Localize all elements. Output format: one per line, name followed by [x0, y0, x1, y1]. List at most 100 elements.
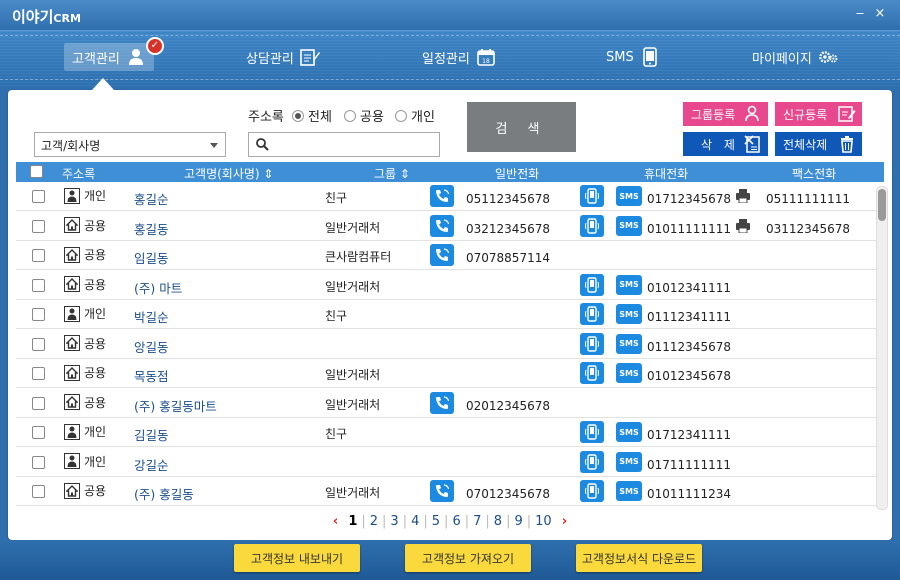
import-customers-button[interactable]: 고객정보 가져오기: [405, 544, 531, 572]
call-phone-icon[interactable]: [430, 185, 454, 207]
header-name[interactable]: 고객명(회사명) ⇕: [184, 165, 273, 182]
page-link[interactable]: 3: [390, 514, 398, 529]
nav-consulting-management[interactable]: 상담관리: [246, 43, 320, 71]
table-row[interactable]: 개인 박길순 친구 SMS 01112341111: [16, 300, 876, 329]
row-checkbox[interactable]: [32, 455, 45, 469]
page-link[interactable]: 1: [348, 514, 357, 529]
call-mobile-icon[interactable]: [580, 185, 604, 207]
table-row[interactable]: 공용 (주) 마트 일반거래처 SMS 01012341111: [16, 271, 876, 300]
sms-icon[interactable]: SMS: [616, 481, 642, 501]
radio-all[interactable]: 전체: [292, 106, 332, 125]
call-phone-icon[interactable]: [430, 391, 454, 414]
row-checkbox[interactable]: [32, 396, 45, 410]
search-field: [248, 132, 440, 157]
new-register-button[interactable]: 신규등록: [775, 102, 862, 126]
table-row[interactable]: 공용 앙길동 SMS 01112345678: [16, 330, 876, 359]
customer-group: 일반거래처: [325, 279, 381, 294]
search-input[interactable]: [275, 136, 435, 154]
table-row[interactable]: 공용 홍길동 일반거래처 03212345678 SMS 01011111111 03112…: [16, 212, 876, 241]
page-link[interactable]: 6: [452, 514, 460, 529]
search-button[interactable]: 검 색: [467, 102, 576, 152]
call-mobile-icon[interactable]: [580, 450, 604, 473]
sms-icon[interactable]: SMS: [616, 186, 642, 206]
table-row[interactable]: 공용 임길동 큰사람컴퓨터 07078857114: [16, 241, 876, 270]
minimize-button[interactable]: ‒: [852, 6, 868, 22]
page-link[interactable]: 4: [411, 514, 419, 529]
row-checkbox[interactable]: [32, 190, 45, 203]
table-row[interactable]: 개인 강길순 SMS 01711111111: [16, 448, 876, 477]
call-mobile-icon[interactable]: [580, 332, 604, 355]
call-mobile-icon[interactable]: [580, 362, 604, 384]
customer-name[interactable]: (주) 마트: [134, 278, 182, 297]
close-button[interactable]: ×: [872, 6, 888, 22]
nav-my-page[interactable]: 마이페이지: [752, 43, 838, 71]
page-link[interactable]: 7: [473, 514, 481, 529]
fax-icon[interactable]: [735, 218, 751, 236]
row-checkbox[interactable]: [32, 367, 45, 380]
row-checkbox[interactable]: [32, 308, 45, 321]
customer-name[interactable]: 홍길순: [134, 189, 169, 208]
customer-name[interactable]: 앙길동: [134, 337, 169, 356]
row-checkbox[interactable]: [32, 485, 45, 498]
house-icon: [64, 482, 80, 499]
call-mobile-icon[interactable]: [580, 303, 604, 325]
sms-icon[interactable]: SMS: [616, 363, 642, 383]
page-link[interactable]: 5: [432, 514, 440, 529]
nav-customer-management[interactable]: 고객관리 ✓: [64, 37, 164, 71]
call-mobile-icon[interactable]: [580, 214, 604, 237]
delete-all-button[interactable]: 전체삭제: [775, 132, 862, 156]
sms-icon[interactable]: SMS: [616, 274, 642, 295]
customer-name[interactable]: 홍길동: [134, 219, 169, 238]
phone-number: 05112345678: [466, 192, 550, 206]
call-mobile-icon[interactable]: [580, 421, 604, 443]
page-link[interactable]: 9: [514, 514, 522, 529]
table-row[interactable]: 개인 홍길순 친구 05112345678 SMS 01712345678 05111111…: [16, 182, 876, 211]
customer-name[interactable]: 박길순: [134, 307, 169, 326]
customer-name[interactable]: 강길순: [134, 455, 169, 474]
row-checkbox[interactable]: [32, 249, 45, 262]
customer-name[interactable]: 김길동: [134, 425, 169, 444]
customer-name[interactable]: 임길동: [134, 248, 169, 267]
scrollbar-thumb[interactable]: [878, 189, 886, 221]
customer-name[interactable]: (주) 홍길동마트: [134, 396, 217, 415]
search-type-select[interactable]: 고객/회사명: [34, 132, 226, 157]
table-row[interactable]: 공용 (주) 홍길동마트 일반거래처 02012345678: [16, 389, 876, 418]
sms-icon[interactable]: SMS: [616, 304, 642, 324]
address-type: 공용: [64, 276, 106, 293]
download-template-button[interactable]: 고객정보서식 다운로드: [576, 544, 702, 572]
customer-name[interactable]: (주) 홍길동: [134, 484, 194, 503]
row-checkbox[interactable]: [32, 278, 45, 292]
sms-icon[interactable]: SMS: [616, 333, 642, 354]
call-phone-icon[interactable]: [430, 480, 454, 502]
row-checkbox[interactable]: [32, 337, 45, 351]
select-all-checkbox[interactable]: [30, 165, 43, 178]
page-link[interactable]: 10: [535, 514, 552, 529]
prev-page-button[interactable]: ‹: [333, 514, 338, 529]
header-group[interactable]: 그룹 ⇕: [374, 165, 410, 182]
page-link[interactable]: 8: [494, 514, 502, 529]
vertical-scrollbar[interactable]: [876, 186, 888, 510]
sms-icon[interactable]: SMS: [616, 451, 642, 472]
page-link[interactable]: 2: [370, 514, 378, 529]
group-register-button[interactable]: 그룹등록: [683, 102, 768, 126]
radio-personal[interactable]: 개인: [395, 106, 435, 125]
customer-name[interactable]: 목동점: [134, 366, 169, 385]
row-checkbox[interactable]: [32, 426, 45, 439]
sms-icon[interactable]: SMS: [616, 422, 642, 442]
call-mobile-icon[interactable]: [580, 273, 604, 296]
nav-sms[interactable]: SMS: [606, 43, 660, 71]
fax-icon[interactable]: [735, 189, 751, 206]
nav-schedule-management[interactable]: 일정관리 18: [422, 43, 496, 71]
radio-shared[interactable]: 공용: [344, 106, 384, 125]
row-checkbox[interactable]: [32, 219, 45, 233]
table-row[interactable]: 공용 (주) 홍길동 일반거래처 07012345678 SMS 01011111234: [16, 477, 876, 506]
sms-icon[interactable]: SMS: [616, 215, 642, 236]
export-customers-button[interactable]: 고객정보 내보내기: [234, 544, 360, 572]
call-phone-icon[interactable]: [430, 214, 454, 237]
delete-button[interactable]: 삭 제: [683, 132, 768, 156]
call-mobile-icon[interactable]: [580, 480, 604, 502]
next-page-button[interactable]: ›: [562, 514, 567, 529]
call-phone-icon[interactable]: [430, 244, 454, 266]
table-row[interactable]: 공용 목동점 일반거래처 SMS 01012345678: [16, 359, 876, 388]
table-row[interactable]: 개인 김길동 친구 SMS 01712341111: [16, 418, 876, 447]
